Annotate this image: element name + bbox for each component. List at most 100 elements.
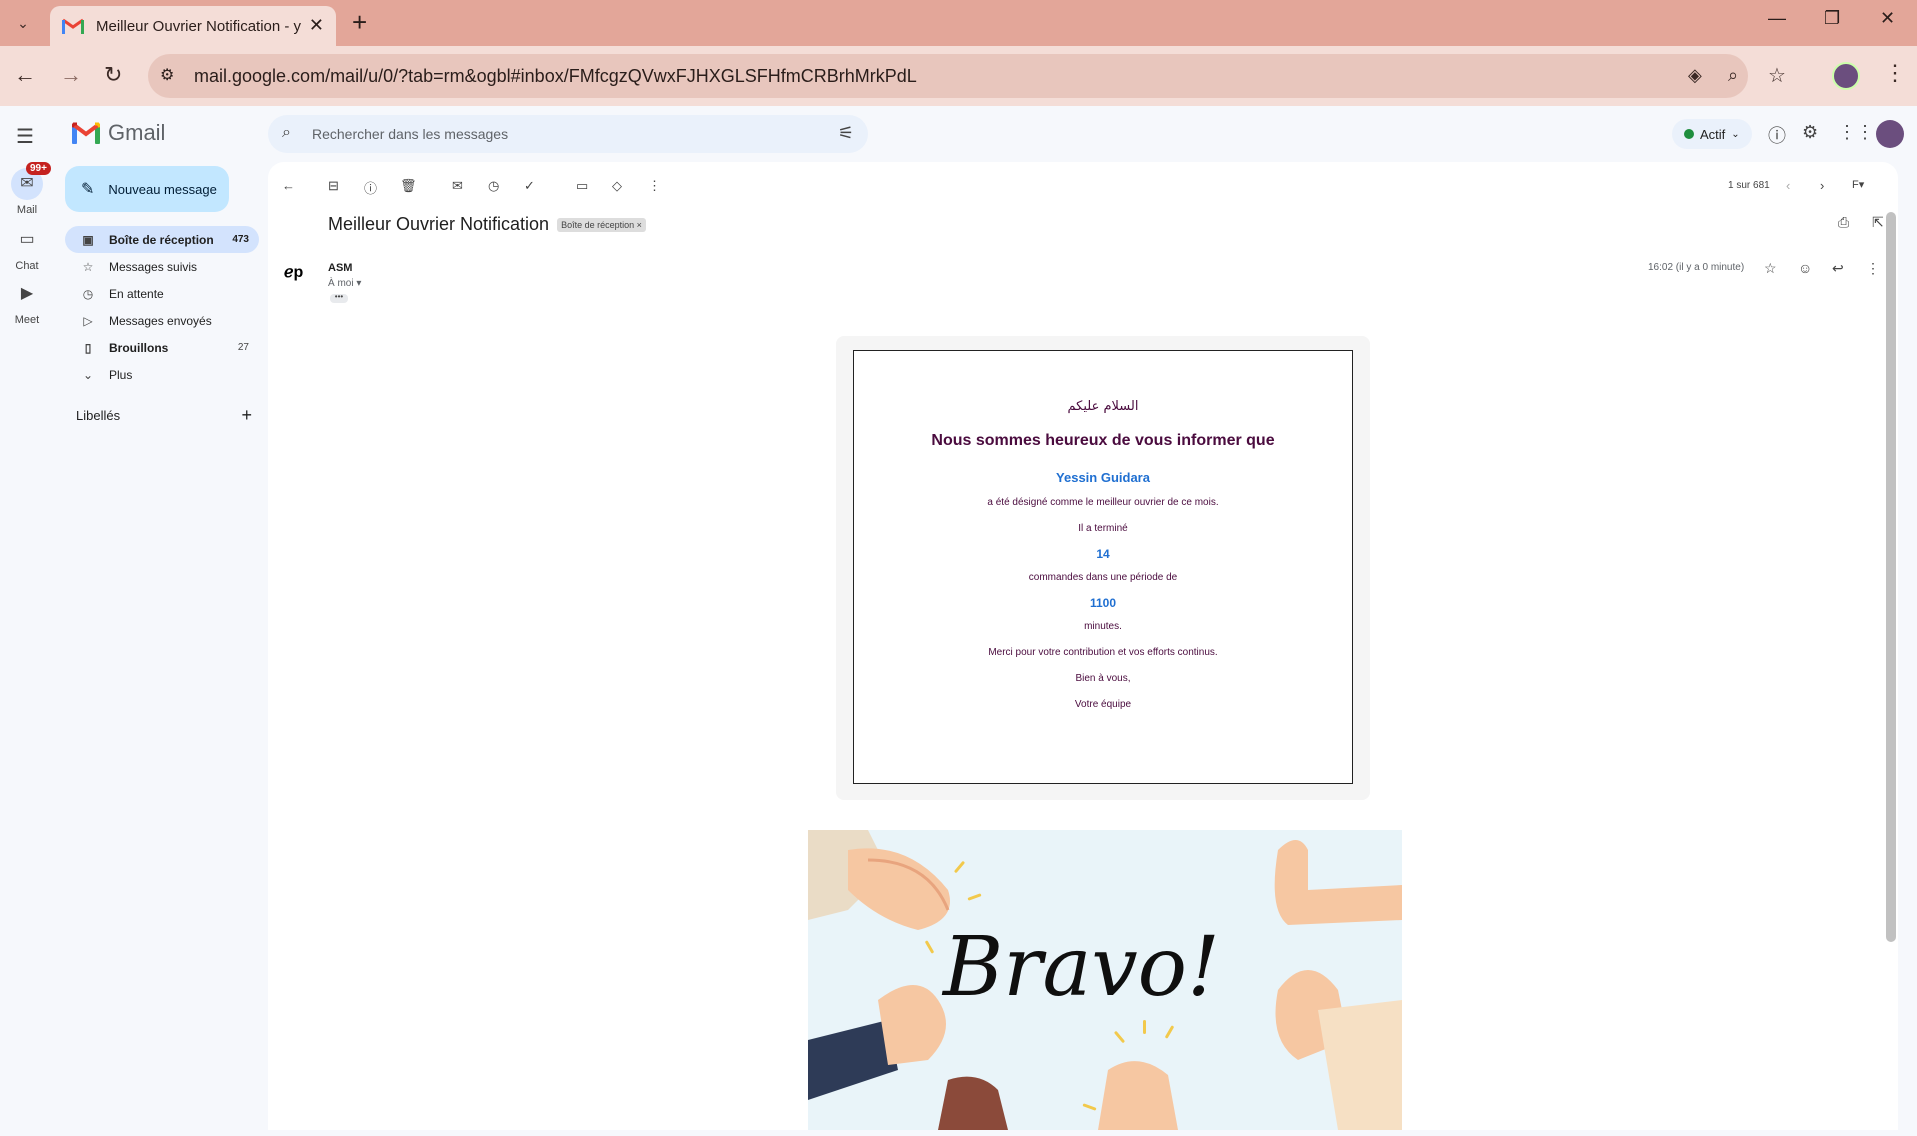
older-icon[interactable]: › [1820,178,1824,193]
new-tab-button[interactable]: + [352,8,367,36]
body-line: Bien à vous, [1075,673,1131,684]
apps-grid-icon[interactable]: ⋮⋮ [1838,122,1874,143]
forward-icon[interactable]: → [60,62,82,88]
browser-tab[interactable]: Meilleur Ouvrier Notification - y ✕ [50,6,336,46]
minimize-icon[interactable]: — [1768,8,1786,29]
main-menu-icon[interactable]: ☰ [16,124,34,149]
status-dot [1684,129,1694,139]
scrollbar[interactable] [1886,212,1896,942]
more-options-icon[interactable]: ⋮ [648,178,661,194]
rail-meet[interactable]: ▶ Meet [0,278,54,326]
sidebar-item-drafts[interactable]: ▯ Brouillons 27 [65,334,259,361]
search-input[interactable] [304,115,804,153]
sidebar-item-label: Plus [109,367,133,382]
sender-avatar[interactable]: ℯp [284,262,312,290]
tab-search-button[interactable]: ⌄ [8,8,38,38]
open-new-window-icon[interactable]: ⇱ [1872,214,1884,231]
greeting: السلام عليكم [1067,399,1139,414]
orders-count: 14 [1096,547,1110,561]
gmail-app: ☰ ✉ 99+ Mail ▭ Chat ▶ Meet Gmail ⌕ ⚟ Act… [0,106,1917,1136]
close-window-icon[interactable]: ✕ [1880,8,1895,29]
zoom-icon[interactable]: ⌕ [1728,65,1738,86]
labels-title: Libellés [76,408,121,423]
pencil-icon: ✎ [81,181,95,198]
gmail-favicon-icon [62,18,84,34]
back-to-inbox-icon[interactable]: ← [282,178,295,193]
status-label: Actif [1700,126,1726,142]
inbox-label-chip[interactable]: Boîte de réception × [557,217,646,232]
sidebar-nav: ▣ Boîte de réception 473 ☆ Messages suiv… [65,226,259,388]
help-icon[interactable]: ⓘ [1768,122,1786,148]
rail-meet-label: Meet [14,314,40,326]
gmail-logo[interactable]: Gmail [70,120,166,146]
report-spam-icon[interactable]: ⓘ [364,178,377,197]
side-rail: ☰ ✉ 99+ Mail ▭ Chat ▶ Meet [0,106,54,1136]
chevron-down-icon: ⌄ [82,367,94,382]
settings-gear-icon[interactable]: ⚙ [1802,122,1818,143]
restore-icon[interactable]: ❐ [1824,8,1840,29]
sidebar-item-label: En attente [109,286,164,301]
sidebar-item-more[interactable]: ⌄ Plus [65,361,259,388]
subject-row: Meilleur Ouvrier Notification Boîte de r… [328,214,646,235]
status-selector[interactable]: Actif ⌄ [1672,119,1752,149]
email-heading: Nous sommes heureux de vous informer que [931,432,1275,449]
print-icon[interactable]: ⎙ [1838,214,1849,231]
message-pane: ← ⊟ ⓘ 🗑 ✉ ◷ ✓ ▭ ◇ ⋮ 1 sur 681 ‹ › F▾ Mei… [268,162,1898,1130]
account-avatar[interactable] [1876,120,1904,148]
address-bar-row: ← → ↻ ⚙ mail.google.com/mail/u/0/?tab=rm… [0,46,1917,106]
delete-icon[interactable]: 🗑 [400,178,417,194]
tab-close-icon[interactable]: ✕ [309,15,324,36]
omnibox[interactable]: ⚙ mail.google.com/mail/u/0/?tab=rm&ogbl#… [148,54,1786,98]
move-to-icon[interactable]: ▭ [576,178,588,194]
search-icon[interactable]: ⌕ [282,124,291,142]
gmail-logo-text: Gmail [108,120,166,145]
add-task-icon[interactable]: ✓ [524,178,535,194]
sidebar-item-snoozed[interactable]: ◷ En attente [65,280,259,307]
label-icon[interactable]: ◇ [612,178,622,194]
show-trimmed-button[interactable]: ••• [330,293,348,303]
input-tools-icon[interactable]: F▾ [1852,178,1864,191]
mark-unread-icon[interactable]: ✉ [452,178,463,194]
search-options-icon[interactable]: ⚟ [838,123,854,144]
email-card: السلام عليكم Nous sommes heureux de vous… [853,350,1353,784]
sidebar-item-inbox[interactable]: ▣ Boîte de réception 473 [65,226,259,253]
pager-text: 1 sur 681 [1728,180,1770,191]
snooze-icon[interactable]: ◷ [488,178,499,194]
rail-mail[interactable]: ✉ 99+ Mail [0,162,54,216]
rail-chat-label: Chat [15,260,39,272]
bookmark-star-icon[interactable]: ☆ [1768,63,1786,88]
sidebar-item-starred[interactable]: ☆ Messages suivis [65,253,259,280]
tab-title: Meilleur Ouvrier Notification - y [96,17,302,35]
compose-button[interactable]: ✎ Nouveau message [65,166,229,212]
body-line: Merci pour votre contribution et vos eff… [988,647,1218,658]
body-line: Il a terminé [1078,523,1128,534]
sidebar-item-sent[interactable]: ▷ Messages envoyés [65,307,259,334]
chat-icon: ▭ [19,231,35,248]
send-icon: ▷ [83,313,93,328]
browser-profile-avatar[interactable] [1832,62,1860,90]
rail-chat[interactable]: ▭ Chat [0,224,54,272]
chevron-down-icon: ⌄ [1731,128,1740,140]
reload-icon[interactable]: ↻ [104,62,122,88]
reply-icon[interactable]: ↩ [1832,260,1844,277]
archive-icon[interactable]: ⊟ [328,178,339,194]
compose-label: Nouveau message [108,181,217,197]
inbox-icon: ▣ [82,232,94,247]
emoji-react-icon[interactable]: ☺ [1798,260,1812,276]
back-icon[interactable]: ← [14,62,36,88]
sender-name[interactable]: ASM [328,262,352,274]
site-info-icon[interactable]: ⚙ [160,65,182,87]
browser-menu-icon[interactable]: ⋮ [1884,60,1906,86]
gmail-logo-icon [70,122,102,144]
star-icon: ☆ [82,259,94,274]
message-more-icon[interactable]: ⋮ [1866,260,1880,277]
body-line: commandes dans une période de [1028,572,1178,583]
sidebar-item-label: Boîte de réception [109,232,214,247]
add-label-icon[interactable]: + [241,406,252,424]
label-chip-text: Boîte de réception [561,219,635,230]
recipient-line[interactable]: À moi ▾ [328,278,361,289]
newer-icon[interactable]: ‹ [1786,178,1790,193]
sidebar-item-label: Messages envoyés [109,313,212,328]
extension-icon[interactable]: ◈ [1688,65,1702,86]
star-icon[interactable]: ☆ [1764,260,1777,277]
